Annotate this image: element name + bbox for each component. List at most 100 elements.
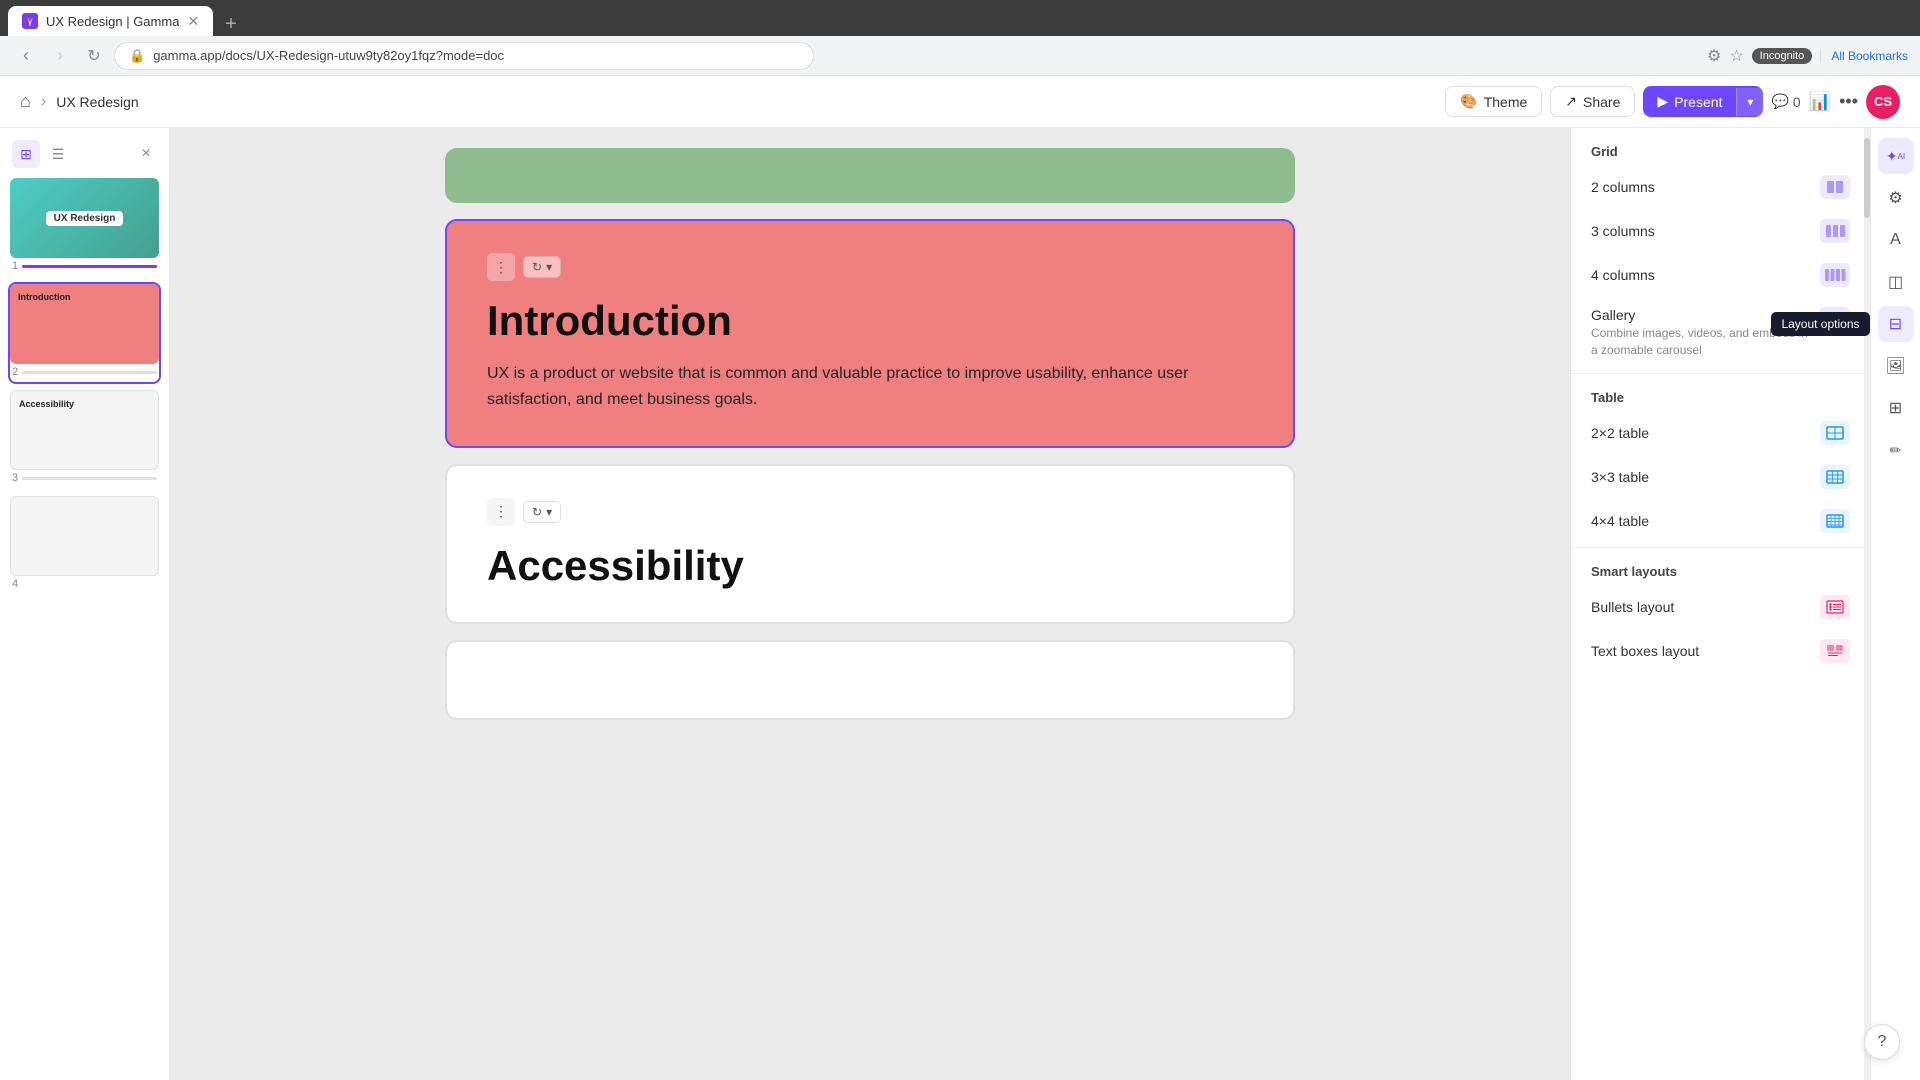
layout-item-3x3[interactable]: 3×3 table	[1571, 455, 1870, 499]
grid-view-button[interactable]: ⊞	[12, 140, 40, 168]
settings-tool-button[interactable]: ⚙	[1878, 180, 1914, 216]
app: ⌂ › UX Redesign 🎨 Theme ↗ Share ▶ Presen…	[0, 76, 1920, 1080]
bullets-icon	[1820, 595, 1850, 619]
slide-thumb-4[interactable]: 4	[8, 494, 161, 596]
slide-thumb-1[interactable]: UX Redesign 1	[8, 176, 161, 278]
layout-item-4x4[interactable]: 4×4 table	[1571, 499, 1870, 543]
right-toolbar: ✦AI ⚙ A ◫ ⊟ Layout options 🖼 ⊞ ✏	[1870, 128, 1920, 1080]
tab-close-icon[interactable]: ✕	[187, 13, 199, 30]
present-label: Present	[1674, 94, 1722, 110]
share-button[interactable]: ↗ Share	[1550, 86, 1635, 117]
present-dropdown-button[interactable]: ▾	[1736, 88, 1763, 116]
lock-icon: 🔒	[129, 48, 145, 64]
back-button[interactable]: ‹	[12, 42, 40, 70]
layout-tool-button[interactable]: ⊟	[1878, 306, 1914, 342]
theme-icon: 🎨	[1460, 93, 1477, 110]
layout-item-textboxes[interactable]: Text boxes layout	[1571, 629, 1870, 673]
edit-tool-button[interactable]: ✏	[1878, 432, 1914, 468]
layout-3x3-label: 3×3 table	[1591, 469, 1649, 485]
card-rotate-control[interactable]: ↻ ▾	[523, 256, 561, 278]
slide-4-num: 4	[10, 576, 159, 594]
section-divider-2	[1571, 547, 1870, 548]
main-layout: ⊞ ☰ × UX Redesign 1 Introduction	[0, 128, 1920, 1080]
reload-button[interactable]: ↻	[80, 42, 108, 70]
layout-item-bullets[interactable]: Bullets layout	[1571, 585, 1870, 629]
ai-tool-button[interactable]: ✦AI	[1878, 138, 1914, 174]
url-text: gamma.app/docs/UX-Redesign-utuw9ty82oy1f…	[153, 48, 799, 63]
text-tool-button[interactable]: A	[1878, 222, 1914, 258]
new-tab-button[interactable]: +	[217, 13, 245, 36]
sidebar-close-button[interactable]: ×	[135, 143, 157, 165]
incognito-badge: Incognito	[1752, 48, 1813, 64]
access-card-toolbar: ⋮ ↻ ▾	[487, 498, 1253, 526]
layout-3col-icon	[1820, 219, 1850, 243]
analytics-button[interactable]: 📊	[1809, 91, 1831, 112]
comments-button[interactable]: 💬 0	[1771, 93, 1800, 110]
access-title: Accessibility	[487, 542, 1253, 590]
slide-thumb-3[interactable]: Accessibility 3	[8, 388, 161, 490]
layout-item-2col[interactable]: 2 columns	[1571, 165, 1870, 209]
url-bar[interactable]: 🔒 gamma.app/docs/UX-Redesign-utuw9ty82oy…	[114, 42, 814, 70]
slide-1-num: 1	[10, 258, 159, 276]
rotate-icon: ↻	[532, 260, 542, 274]
layout-tool-button-wrapper: ⊟ Layout options	[1878, 306, 1914, 342]
browser-toolbar: ‹ › ↻ 🔒 gamma.app/docs/UX-Redesign-utuw9…	[0, 36, 1920, 76]
layout-2x2-label: 2×2 table	[1591, 425, 1649, 441]
section-divider-1	[1571, 373, 1870, 374]
all-bookmarks-link[interactable]: All Bookmarks	[1820, 49, 1908, 63]
share-label: Share	[1583, 94, 1620, 110]
home-button[interactable]: ⌂	[20, 91, 31, 112]
play-icon: ▶	[1657, 93, 1668, 110]
textboxes-icon	[1820, 639, 1850, 663]
access-card-menu-button[interactable]: ⋮	[487, 498, 515, 526]
layout-panel-scroll[interactable]: Grid 2 columns 3 columns	[1571, 128, 1870, 1080]
avatar-initials: CS	[1874, 94, 1892, 109]
slide-thumb-2[interactable]: Introduction 2	[8, 282, 161, 384]
content-area: ⋮ ↻ ▾ Introduction UX is a product or we…	[170, 128, 1570, 1080]
help-button[interactable]: ?	[1864, 1024, 1900, 1060]
active-tab[interactable]: γ UX Redesign | Gamma ✕	[8, 6, 213, 36]
table-section-header: Table	[1571, 378, 1870, 411]
intro-body: UX is a product or website that is commo…	[487, 361, 1253, 414]
card-tool-button[interactable]: ◫	[1878, 264, 1914, 300]
access-card-rotate-control[interactable]: ↻ ▾	[523, 501, 561, 523]
layout-3col-label: 3 columns	[1591, 223, 1655, 239]
tab-favicon: γ	[22, 13, 38, 29]
bullets-label: Bullets layout	[1591, 599, 1674, 615]
card-menu-button[interactable]: ⋮	[487, 253, 515, 281]
slide-3-num: 3	[10, 470, 159, 488]
empty-slide-card	[445, 640, 1295, 720]
browser-actions: ⚙ ☆ Incognito All Bookmarks	[1707, 46, 1908, 66]
extension-button[interactable]: ⚙	[1707, 46, 1721, 66]
textboxes-label: Text boxes layout	[1591, 643, 1699, 659]
layout-4x4-icon	[1820, 509, 1850, 533]
bookmark-star-button[interactable]: ☆	[1729, 46, 1743, 66]
more-options-button[interactable]: •••	[1839, 91, 1858, 112]
layout-tooltip: Layout options	[1771, 312, 1869, 336]
layout-item-3col[interactable]: 3 columns	[1571, 209, 1870, 253]
theme-button[interactable]: 🎨 Theme	[1445, 86, 1542, 117]
slide-2-num: 2	[10, 364, 159, 382]
image-tool-button[interactable]: 🖼	[1878, 348, 1914, 384]
share-icon: ↗	[1565, 93, 1577, 110]
layout-item-4col[interactable]: 4 columns	[1571, 253, 1870, 297]
panel-scrollbar	[1864, 128, 1870, 1080]
sidebar-controls: ⊞ ☰ ×	[8, 136, 161, 176]
breadcrumb-item: UX Redesign	[56, 94, 139, 110]
list-view-button[interactable]: ☰	[44, 140, 72, 168]
layout-2x2-icon	[1820, 421, 1850, 445]
card-toolbar: ⋮ ↻ ▾	[487, 253, 1253, 281]
breadcrumb-separator: ›	[41, 93, 46, 111]
avatar: CS	[1866, 85, 1900, 119]
panel-scroll-thumb[interactable]	[1864, 138, 1870, 218]
comment-icon: 💬	[1771, 93, 1788, 110]
comments-count: 0	[1793, 94, 1801, 110]
forward-button[interactable]: ›	[46, 42, 74, 70]
left-sidebar: ⊞ ☰ × UX Redesign 1 Introduction	[0, 128, 170, 1080]
green-banner	[445, 148, 1295, 203]
present-button[interactable]: ▶ Present	[1643, 86, 1736, 117]
layout-item-2x2[interactable]: 2×2 table	[1571, 411, 1870, 455]
intro-slide-card: ⋮ ↻ ▾ Introduction UX is a product or we…	[445, 219, 1295, 448]
layout-2col-icon	[1820, 175, 1850, 199]
table-tool-button[interactable]: ⊞	[1878, 390, 1914, 426]
